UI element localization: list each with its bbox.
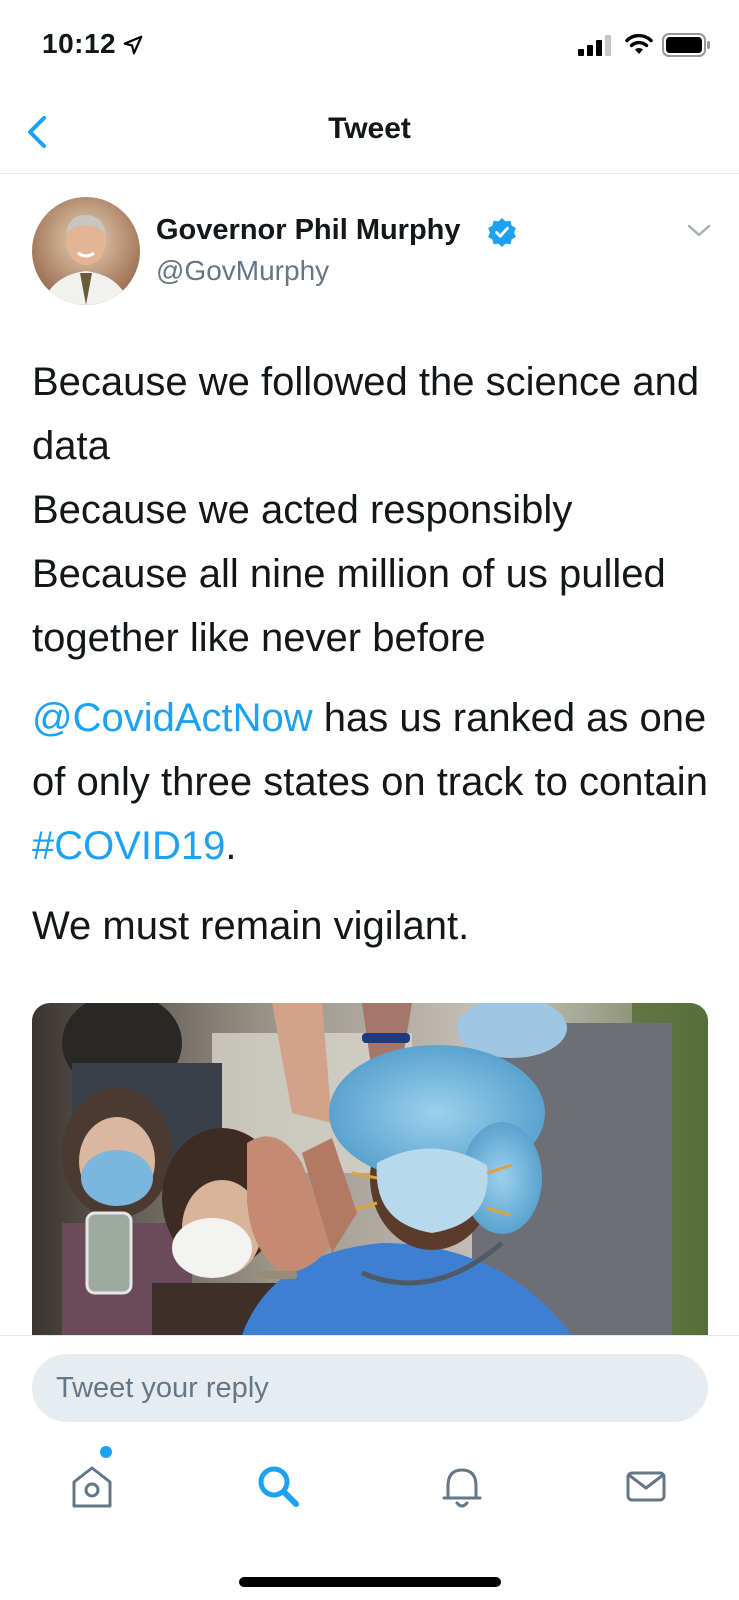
mention-link[interactable]: @CovidActNow xyxy=(32,696,313,740)
tweet-text-span: . xyxy=(225,824,237,868)
photo-icon xyxy=(32,1003,708,1335)
author-name[interactable]: Governor Phil Murphy xyxy=(156,214,461,247)
tab-notifications[interactable] xyxy=(432,1456,492,1516)
tweet-detail-screen: 10:12 Tweet Governor Phil Murphy @GovMur… xyxy=(0,0,739,1600)
tweet-paragraph: @CovidActNow has us ranked as one of onl… xyxy=(32,686,722,878)
home-icon xyxy=(72,1466,112,1508)
messages-icon xyxy=(626,1471,666,1502)
tweet-line: Because we acted responsibly xyxy=(32,488,573,532)
tweet-line: Because all nine million of us pulled to… xyxy=(32,552,666,660)
tab-search[interactable] xyxy=(248,1456,308,1516)
nav-bar: Tweet xyxy=(0,92,739,174)
wifi-icon xyxy=(625,33,653,54)
status-bar: 10:12 xyxy=(0,0,739,92)
tweet-text: Because we followed the science and data… xyxy=(32,350,722,958)
page-title: Tweet xyxy=(328,112,411,145)
tweet-paragraph: We must remain vigilant. xyxy=(32,904,470,948)
status-time: 10:12 xyxy=(42,28,117,59)
tweet-photo[interactable] xyxy=(32,1003,708,1335)
avatar[interactable] xyxy=(32,197,140,305)
hashtag-link[interactable]: #COVID19 xyxy=(32,824,225,868)
reply-input[interactable] xyxy=(32,1354,708,1422)
notifications-icon xyxy=(442,1468,482,1508)
battery-icon xyxy=(662,33,710,57)
search-icon xyxy=(258,1466,299,1507)
signal-icon xyxy=(578,35,611,56)
home-indicator xyxy=(239,1577,501,1587)
tab-home[interactable] xyxy=(62,1446,122,1516)
verified-badge-icon xyxy=(488,218,516,247)
reply-bar xyxy=(0,1335,739,1600)
tweet-paragraph: Because we followed the science and data… xyxy=(32,350,722,670)
location-arrow-icon xyxy=(123,35,143,55)
tab-messages[interactable] xyxy=(616,1456,676,1516)
chevron-down-icon[interactable] xyxy=(684,218,714,242)
tweet-line: Because we followed the science and data xyxy=(32,360,700,468)
new-content-dot xyxy=(100,1446,112,1458)
author-handle[interactable]: @GovMurphy xyxy=(156,255,329,287)
